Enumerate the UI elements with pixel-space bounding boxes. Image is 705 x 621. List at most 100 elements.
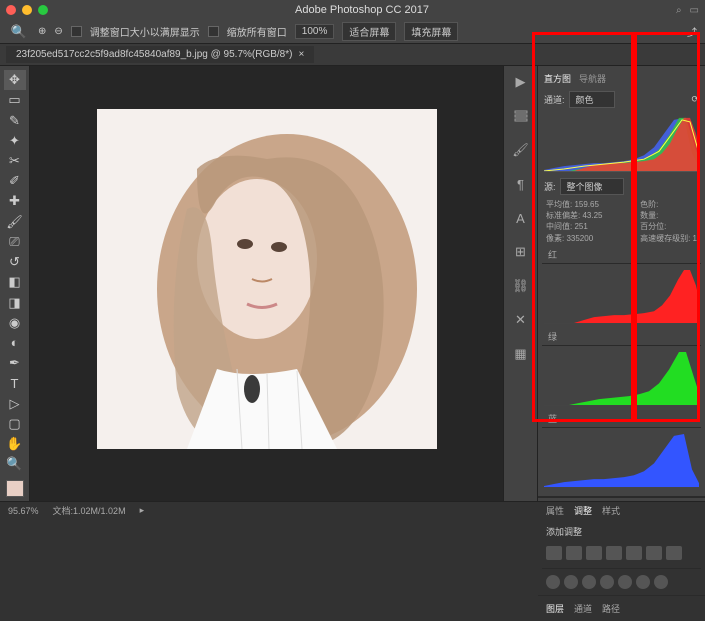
history-icon[interactable]	[511, 106, 531, 126]
brush-tool[interactable]: 🖌	[4, 212, 26, 232]
adjustment-presets-row1	[542, 544, 701, 569]
search-icon[interactable]: ⌕	[676, 5, 682, 16]
bw-icon[interactable]	[666, 546, 682, 560]
gradient-tool[interactable]: ◨	[4, 292, 26, 312]
source-dropdown[interactable]: 整个图像	[560, 178, 624, 195]
document-tab-bar: 23f205ed517cc2c5f9ad8fc45840af89_b.jpg @…	[0, 44, 705, 66]
invert-icon[interactable]	[600, 575, 614, 589]
history-brush-tool[interactable]: ↺	[4, 252, 26, 272]
red-channel-label: 红	[542, 246, 701, 264]
histogram-green[interactable]	[544, 350, 699, 406]
hue-icon[interactable]	[646, 546, 662, 560]
zoom-tool-icon: 🔍	[8, 21, 30, 43]
zoom-100-button[interactable]: 100%	[295, 24, 335, 39]
histogram-stats-right: 色阶: 数量: 百分位: 高速缓存级别: 1	[640, 199, 697, 244]
link-icon[interactable]: ⛓	[511, 276, 531, 296]
healing-tool[interactable]: ✚	[4, 191, 26, 211]
green-channel-label: 绿	[542, 328, 701, 346]
levels-icon[interactable]	[566, 546, 582, 560]
eraser-tool[interactable]: ◧	[4, 272, 26, 292]
color-lookup-icon[interactable]	[582, 575, 596, 589]
paragraph-panel-icon[interactable]: A	[511, 208, 531, 228]
move-tool[interactable]: ✥	[4, 70, 26, 90]
maximize-button[interactable]	[38, 5, 48, 15]
swatches-icon[interactable]: ⊞	[511, 242, 531, 262]
layers-tab[interactable]: 图层	[546, 602, 564, 615]
fill-screen-button[interactable]: 填充屏幕	[404, 22, 458, 41]
app-title: Adobe Photoshop CC 2017	[48, 4, 676, 16]
channels-tab[interactable]: 通道	[574, 602, 592, 615]
share-icon[interactable]: ⤴	[687, 24, 697, 39]
title-bar: Adobe Photoshop CC 2017 ⌕ ▭	[0, 0, 705, 20]
stamp-tool[interactable]: ⎚	[4, 232, 26, 252]
document-tab[interactable]: 23f205ed517cc2c5f9ad8fc45840af89_b.jpg @…	[6, 46, 314, 63]
brush-panel-icon[interactable]: 🖌	[511, 140, 531, 160]
zoom-tool[interactable]: 🔍	[4, 454, 26, 474]
status-caret-icon[interactable]: ▸	[140, 505, 145, 516]
layers-panel: 图层 通道 路径	[538, 595, 705, 621]
channel-mixer-icon[interactable]	[564, 575, 578, 589]
foreground-color-swatch[interactable]	[6, 480, 24, 497]
options-bar: 🔍 ⊕ ⊖ 调整窗口大小以满屏显示 缩放所有窗口 100% 适合屏幕 填充屏幕 …	[0, 20, 705, 44]
zoom-in-icon[interactable]: ⊕	[38, 26, 46, 37]
pattern-icon[interactable]: ✕	[511, 310, 531, 330]
fit-screen-button[interactable]: 适合屏幕	[342, 22, 396, 41]
dodge-tool[interactable]: ◐	[4, 333, 26, 353]
histogram-panel: 直方图 导航器 通道: 颜色 ⟳ 源: 整个图像	[538, 66, 705, 497]
brightness-icon[interactable]	[546, 546, 562, 560]
histogram-red[interactable]	[544, 268, 699, 324]
quick-select-tool[interactable]: ✦	[4, 131, 26, 151]
curves-icon[interactable]	[586, 546, 602, 560]
vibrance-icon[interactable]	[626, 546, 642, 560]
tool-palette: ✥ ▭ ✎ ✦ ✂ ✐ ✚ 🖌 ⎚ ↺ ◧ ◨ ◉ ◐ ✒ T ▷ ▢ ✋ 🔍	[0, 66, 30, 501]
collapsed-panel-strip: ▶ 🖌 ¶ A ⊞ ⛓ ✕ ▦	[503, 66, 537, 501]
gradient-map-icon[interactable]	[654, 575, 668, 589]
blue-channel-label: 蓝	[542, 410, 701, 428]
source-label: 源:	[544, 180, 556, 193]
window-controls	[6, 5, 48, 15]
resize-window-checkbox[interactable]	[71, 26, 82, 37]
play-icon[interactable]: ▶	[511, 72, 531, 92]
adjustments-panel: 属性 调整 样式 添加调整	[538, 497, 705, 595]
path-select-tool[interactable]: ▷	[4, 394, 26, 414]
character-panel-icon[interactable]: ¶	[511, 174, 531, 194]
close-button[interactable]	[6, 5, 16, 15]
photo-filter-icon[interactable]	[546, 575, 560, 589]
paths-tab[interactable]: 路径	[602, 602, 620, 615]
type-tool[interactable]: T	[4, 373, 26, 393]
exposure-icon[interactable]	[606, 546, 622, 560]
fit-all-checkbox[interactable]	[208, 26, 219, 37]
add-adjustment-label: 添加调整	[542, 523, 701, 544]
doc-size: 文档:1.02M/1.02M	[53, 504, 126, 517]
marquee-tool[interactable]: ▭	[4, 90, 26, 110]
channel-dropdown[interactable]: 颜色	[569, 91, 615, 108]
right-panels: 直方图 导航器 通道: 颜色 ⟳ 源: 整个图像	[537, 66, 705, 501]
channel-label: 通道:	[544, 93, 565, 106]
histogram-tab[interactable]: 直方图	[544, 72, 571, 85]
minimize-button[interactable]	[22, 5, 32, 15]
histogram-blue[interactable]	[544, 432, 699, 488]
adjustment-presets-row2	[542, 569, 701, 591]
zoom-level[interactable]: 95.67%	[8, 506, 39, 516]
document-filename: 23f205ed517cc2c5f9ad8fc45840af89_b.jpg @…	[16, 49, 292, 60]
shape-tool[interactable]: ▢	[4, 414, 26, 434]
histogram-composite[interactable]	[544, 114, 699, 172]
eyedropper-tool[interactable]: ✐	[4, 171, 26, 191]
hand-tool[interactable]: ✋	[4, 434, 26, 454]
navigator-tab[interactable]: 导航器	[579, 72, 606, 85]
tab-close-icon[interactable]: ×	[298, 49, 304, 60]
canvas[interactable]	[30, 66, 503, 501]
pen-tool[interactable]: ✒	[4, 353, 26, 373]
refresh-icon[interactable]: ⟳	[691, 94, 699, 105]
document-image	[97, 109, 437, 449]
threshold-icon[interactable]	[636, 575, 650, 589]
blur-tool[interactable]: ◉	[4, 313, 26, 333]
lasso-tool[interactable]: ✎	[4, 110, 26, 130]
fit-all-label: 缩放所有窗口	[227, 24, 287, 39]
zoom-out-icon[interactable]: ⊖	[54, 26, 62, 37]
histogram-stats-left: 平均值: 159.65 标准偏差: 43.25 中间值: 251 像素: 335…	[546, 199, 602, 244]
library-icon[interactable]: ▦	[511, 344, 531, 364]
panel-menu-icon[interactable]: ▭	[690, 5, 699, 16]
crop-tool[interactable]: ✂	[4, 151, 26, 171]
posterize-icon[interactable]	[618, 575, 632, 589]
